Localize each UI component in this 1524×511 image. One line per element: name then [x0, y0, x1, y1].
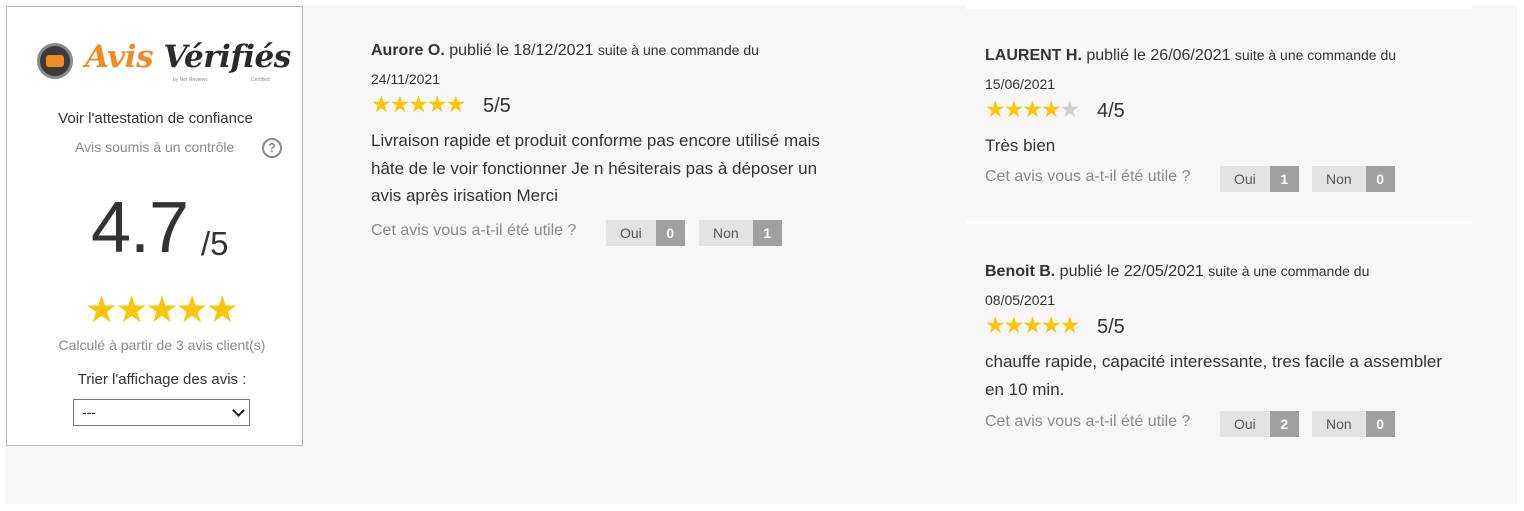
- review-card: Aurore O. publié le 18/12/2021 suite à u…: [371, 36, 841, 246]
- avis-verifies-badge-icon: [37, 43, 73, 79]
- star-icon: ★: [1003, 312, 1025, 338]
- star-icon: ★: [1022, 96, 1043, 122]
- star-icon: ★: [985, 96, 1006, 122]
- review-score: 5/5: [483, 95, 511, 117]
- star-icon: ★: [145, 289, 178, 330]
- review-divider: [966, 6, 1472, 9]
- star-icon: ★: [1059, 312, 1081, 338]
- vote-yes-count: 2: [1269, 411, 1299, 437]
- star-icon: ★: [205, 289, 239, 330]
- review-divider: [966, 221, 1472, 224]
- review-stars: ★★★★★: [985, 96, 1081, 122]
- star-icon: ★: [408, 91, 429, 117]
- review-stars: ★★★★★: [985, 312, 1081, 338]
- vote-no-label: Non: [1312, 411, 1366, 437]
- vote-no-button[interactable]: Non 1: [699, 219, 782, 246]
- star-icon: ★: [1022, 312, 1043, 338]
- vote-yes-label: Oui: [1220, 165, 1270, 192]
- review-author: Aurore O.: [371, 42, 445, 59]
- vote-yes-count: 1: [1269, 165, 1299, 192]
- star-icon: ★: [985, 312, 1006, 338]
- review-author: Benoit B.: [985, 263, 1056, 280]
- vote-yes-button[interactable]: Oui 0: [606, 219, 685, 246]
- star-icon: ★: [1059, 96, 1081, 122]
- useful-question: Cet avis vous a-t-il été utile ?: [985, 413, 1191, 430]
- review-rating: ★★★★★ 5/5: [371, 91, 841, 123]
- logo-subtitle: by Net Reviews: [173, 77, 208, 83]
- vote-no-button[interactable]: Non 0: [1312, 165, 1395, 192]
- review-order-date: 08/05/2021: [985, 292, 1056, 308]
- review-useful: Cet avis vous a-t-il été utile ? Oui 0 N…: [371, 219, 841, 246]
- vote-yes-button[interactable]: Oui 1: [1220, 165, 1299, 192]
- vote-yes-label: Oui: [606, 219, 656, 246]
- star-icon: ★: [389, 91, 411, 117]
- control-text: Avis soumis à un contrôle: [75, 139, 235, 155]
- vote-yes-button[interactable]: Oui 2: [1220, 411, 1299, 437]
- star-icon: ★: [426, 91, 448, 117]
- useful-question: Cet avis vous a-t-il été utile ?: [371, 221, 577, 239]
- sort-select-value: ---: [82, 404, 96, 420]
- star-icon: ★: [175, 289, 209, 330]
- vote-yes-count: 0: [655, 219, 685, 246]
- review-card: LAURENT H. publié le 26/06/2021 suite à …: [985, 41, 1455, 192]
- review-text: chauffe rapide, capacité interessante, t…: [985, 352, 1443, 399]
- review-header: Benoit B. publié le 22/05/2021 suite à u…: [985, 257, 1455, 286]
- star-icon: ★: [85, 289, 118, 330]
- vote-no-count: 0: [1365, 411, 1395, 437]
- review-order-date: 24/11/2021: [371, 71, 441, 87]
- useful-question: Cet avis vous a-t-il été utile ?: [985, 167, 1191, 185]
- help-icon[interactable]: ?: [262, 138, 282, 158]
- star-icon: ★: [371, 91, 392, 117]
- review-stars: ★★★★★: [371, 91, 467, 117]
- star-icon: ★: [115, 289, 148, 330]
- review-card: Benoit B. publié le 22/05/2021 suite à u…: [985, 257, 1455, 437]
- review-order-date: 15/06/2021: [985, 76, 1056, 92]
- sort-label: Trier l'affichage des avis :: [77, 371, 247, 388]
- review-score: 4/5: [1097, 100, 1125, 122]
- chevron-down-icon: [232, 404, 245, 417]
- review-author: LAURENT H.: [985, 47, 1082, 64]
- avis-verifies-logo[interactable]: Avis Vérifiés by Net Reviews Certified: [37, 39, 291, 89]
- review-text: Livraison rapide et produit conforme pas…: [371, 131, 820, 205]
- star-icon: ★: [1003, 96, 1025, 122]
- logo-wordmark: Avis Vérifiés: [85, 39, 291, 75]
- star-icon: ★: [445, 91, 467, 117]
- review-published-date: publié le 22/05/2021: [1059, 263, 1204, 280]
- sort-select[interactable]: ---: [73, 399, 250, 426]
- review-score: 5/5: [1097, 316, 1125, 338]
- review-useful: Cet avis vous a-t-il été utile ? Oui 1 N…: [985, 165, 1455, 192]
- review-header: LAURENT H. publié le 26/06/2021 suite à …: [985, 41, 1455, 70]
- review-order-text: suite à une commande du: [1208, 263, 1370, 279]
- star-icon: ★: [1040, 312, 1062, 338]
- vote-yes-label: Oui: [1220, 411, 1270, 437]
- review-count-text: Calculé à partir de 3 avis client(s): [58, 337, 266, 353]
- review-header: Aurore O. publié le 18/12/2021 suite à u…: [371, 36, 841, 65]
- rating-summary-panel: Avis Vérifiés by Net Reviews Certified V…: [6, 6, 303, 446]
- vote-no-label: Non: [699, 219, 753, 246]
- vote-no-count: 1: [752, 219, 782, 246]
- vote-no-label: Non: [1312, 165, 1366, 192]
- review-rating: ★★★★★ 4/5: [985, 96, 1455, 128]
- review-text: Très bien: [985, 136, 1056, 155]
- average-score: 4.7: [91, 188, 189, 268]
- review-published-date: publié le 18/12/2021: [449, 42, 594, 59]
- star-icon: ★: [1040, 96, 1062, 122]
- review-order-text: suite à une commande du: [1234, 47, 1397, 63]
- attestation-link[interactable]: Voir l'attestation de confiance: [7, 110, 304, 127]
- average-stars: ★★★★★: [85, 289, 239, 330]
- vote-no-count: 0: [1365, 165, 1395, 192]
- logo-certified: Certified: [251, 77, 270, 83]
- review-published-date: publié le 26/06/2021: [1086, 47, 1231, 64]
- score-max: /5: [201, 225, 229, 262]
- review-order-text: suite à une commande du: [597, 42, 759, 58]
- review-rating: ★★★★★ 5/5: [985, 312, 1455, 344]
- vote-no-button[interactable]: Non 0: [1312, 411, 1395, 437]
- review-useful: Cet avis vous a-t-il été utile ? Oui 2 N…: [985, 411, 1455, 437]
